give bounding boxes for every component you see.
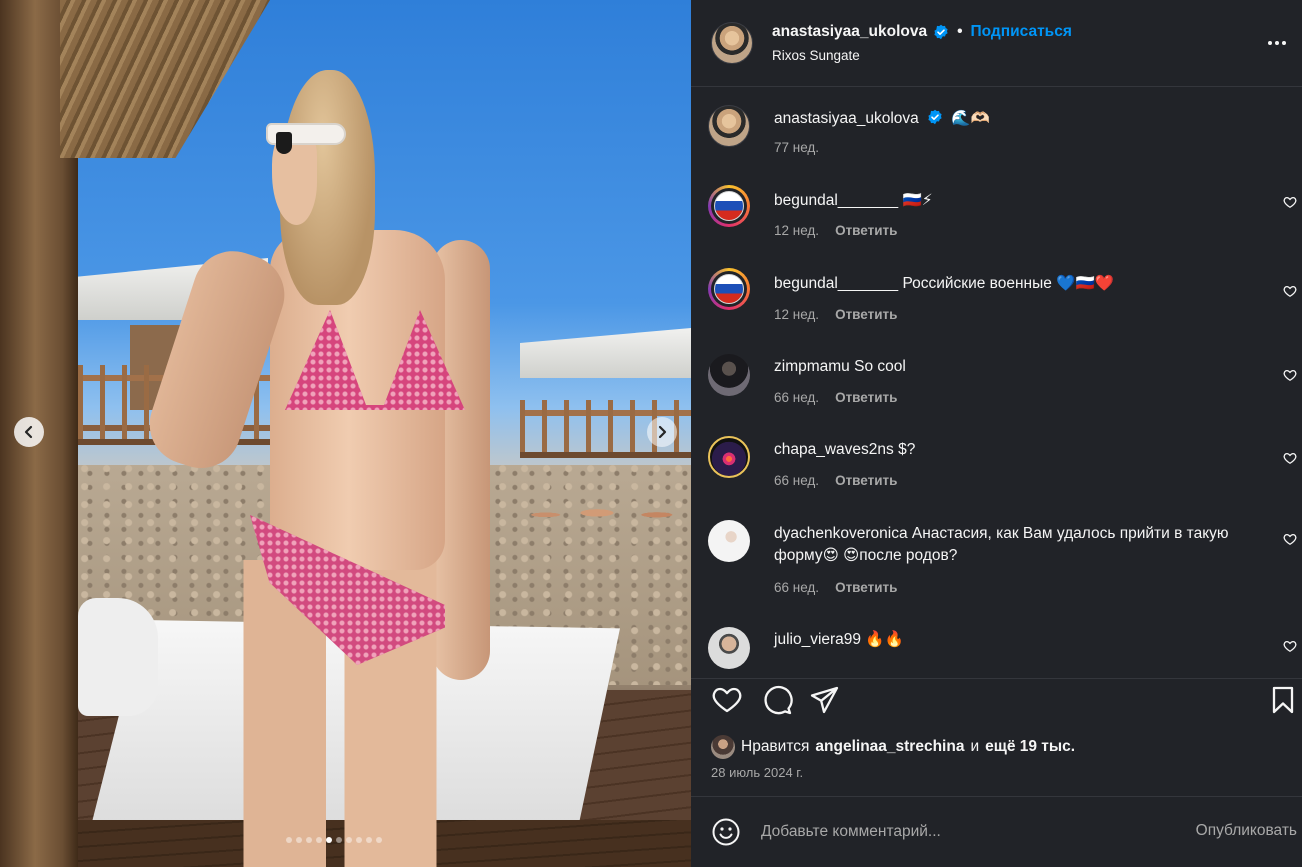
comment-username[interactable]: zimpmamu (774, 358, 850, 375)
liker-username[interactable]: angelinaa_strechina (815, 738, 964, 756)
comment-composer: Опубликовать (691, 796, 1302, 867)
comment-text: dyachenkoveronica Анастасия, как Вам уда… (774, 523, 1234, 567)
author-avatar[interactable] (708, 105, 750, 147)
carousel-dot (356, 837, 362, 843)
liker-avatar[interactable] (711, 735, 735, 759)
sunglasses-lens (276, 132, 292, 154)
commenter-avatar[interactable] (708, 268, 750, 310)
likes-count[interactable]: ещё 19 тыс. (985, 738, 1075, 756)
carousel-dot (366, 837, 372, 843)
commenter-avatar[interactable] (708, 436, 750, 478)
comment-like-icon[interactable] (1283, 195, 1297, 209)
comment-username[interactable]: dyachenkoveronica (774, 525, 908, 542)
comment-body: $? (898, 441, 916, 458)
post-header: anastasiyaa_ukolova • Подписаться Rixos … (691, 0, 1302, 87)
carousel-dot (376, 837, 382, 843)
caption-username[interactable]: anastasiyaa_ukolova (774, 110, 919, 127)
reply-button[interactable]: Ответить (835, 307, 897, 322)
author-username[interactable]: anastasiyaa_ukolova (772, 23, 927, 41)
share-icon[interactable] (809, 684, 841, 716)
follow-button[interactable]: Подписаться (971, 23, 1072, 41)
carousel-dot (326, 837, 332, 843)
comment-text: zimpmamu So cool (774, 356, 1244, 378)
comment-like-icon[interactable] (1283, 368, 1297, 382)
carousel-prev-button[interactable] (14, 417, 44, 447)
comment-body: 🔥🔥 (865, 631, 904, 648)
comment-time: 12 нед. (774, 223, 820, 238)
carousel-indicator (286, 837, 382, 843)
comment-time: 66 нед. (774, 390, 820, 405)
comment-text: begundal_______ 🇷🇺⚡ (774, 190, 1244, 212)
comment-meta: 66 нед. Ответить (774, 390, 897, 405)
likes-prefix: Нравится (741, 738, 810, 755)
reply-button[interactable]: Ответить (835, 223, 897, 238)
chevron-right-icon (658, 425, 667, 439)
post-date: 28 июль 2024 г. (711, 765, 804, 780)
comment-username[interactable]: begundal_______ (774, 275, 898, 292)
caption-meta: 77 нед. (774, 140, 819, 155)
carousel-dot (346, 837, 352, 843)
emoji-icon[interactable] (711, 817, 741, 847)
reply-button[interactable]: Ответить (835, 390, 897, 405)
commenter-avatar[interactable] (708, 185, 750, 227)
more-options-icon[interactable] (1266, 33, 1288, 53)
carousel-dot (316, 837, 322, 843)
carousel-dot (306, 837, 312, 843)
caption-text: anastasiyaa_ukolova 🌊🫶🏻 (774, 108, 1244, 130)
comment-like-icon[interactable] (1283, 639, 1297, 653)
author-avatar[interactable] (711, 22, 753, 64)
chevron-left-icon (24, 425, 33, 439)
canopy-right (520, 328, 691, 378)
comment-username[interactable]: chapa_waves2ns (774, 441, 894, 458)
person-figure (139, 70, 500, 867)
comment-meta: 66 нед. Ответить (774, 580, 897, 595)
reply-button[interactable]: Ответить (835, 473, 897, 488)
comment-like-icon[interactable] (1283, 451, 1297, 465)
comment-time: 66 нед. (774, 580, 820, 595)
carousel-dot (286, 837, 292, 843)
separator-dot: • (957, 23, 963, 40)
reply-button[interactable]: Ответить (835, 580, 897, 595)
comment-like-icon[interactable] (1283, 284, 1297, 298)
pillow (78, 598, 158, 716)
verified-badge-icon (934, 24, 948, 40)
comment-username[interactable]: julio_viera99 (774, 631, 861, 648)
comment-username[interactable]: begundal_______ (774, 192, 898, 209)
carousel-next-button[interactable] (647, 417, 677, 447)
commenter-avatar[interactable] (708, 354, 750, 396)
caption-time: 77 нед. (774, 140, 820, 155)
commenter-avatar[interactable] (708, 627, 750, 669)
caption-body: 🌊🫶🏻 (951, 110, 991, 127)
post-photo[interactable] (0, 0, 691, 867)
comment-body: 🇷🇺⚡ (902, 192, 933, 209)
rocks (520, 492, 691, 530)
bookmark-icon[interactable] (1267, 684, 1299, 716)
comment-meta: 12 нед. Ответить (774, 307, 897, 322)
comment-input[interactable] (761, 819, 1161, 845)
likes-and: и (970, 738, 980, 755)
comment-icon[interactable] (761, 684, 793, 716)
author-line: anastasiyaa_ukolova • Подписаться (772, 23, 1072, 41)
carousel-dot (336, 837, 342, 843)
publish-button[interactable]: Опубликовать (1196, 822, 1297, 840)
verified-badge-icon (928, 109, 942, 125)
comment-body: Российские военные 💙🇷🇺❤️ (902, 275, 1115, 292)
likes-summary: Нравится angelinaa_strechina и ещё 19 ты… (711, 735, 1075, 759)
comment-meta: 12 нед. Ответить (774, 223, 897, 238)
comment-text: julio_viera99 🔥🔥 (774, 629, 1244, 651)
comment-text: chapa_waves2ns $? (774, 439, 1244, 461)
comment-like-icon[interactable] (1283, 532, 1297, 546)
comment-body: So cool (854, 358, 906, 375)
comment-time: 12 нед. (774, 307, 820, 322)
post-sidebar: anastasiyaa_ukolova • Подписаться Rixos … (691, 0, 1302, 867)
carousel-dot (296, 837, 302, 843)
commenter-avatar[interactable] (708, 520, 750, 562)
comment-time: 66 нед. (774, 473, 820, 488)
comments-list[interactable]: anastasiyaa_ukolova 🌊🫶🏻 77 нед. begundal… (691, 88, 1302, 678)
comment-text: begundal_______ Российские военные 💙🇷🇺❤️ (774, 273, 1244, 295)
heart-icon[interactable] (711, 684, 743, 716)
location-link[interactable]: Rixos Sungate (772, 48, 860, 63)
comment-meta: 66 нед. Ответить (774, 473, 897, 488)
post-actions: Нравится angelinaa_strechina и ещё 19 ты… (691, 678, 1302, 796)
